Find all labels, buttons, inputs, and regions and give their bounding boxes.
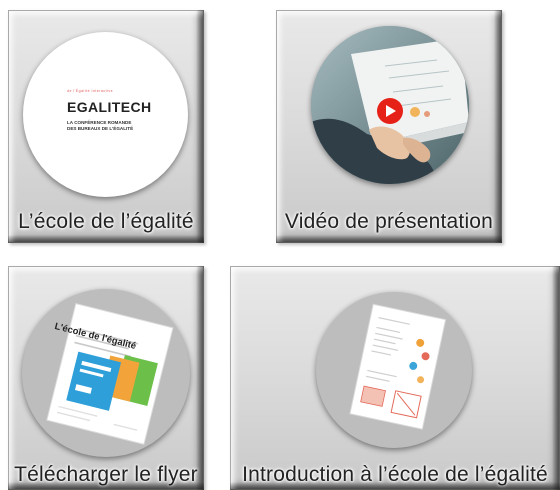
card-ecole-egalite[interactable]: de l'Égalité Interactive EGALITECH LA CO…	[8, 10, 204, 243]
egalitech-thumbnail: de l'Égalité Interactive EGALITECH LA CO…	[23, 32, 188, 197]
egalitech-logo-title: EGALITECH	[67, 99, 152, 115]
flyer-thumbnail: L'école de l'égalité	[22, 289, 190, 457]
play-icon[interactable]	[373, 96, 407, 126]
egalitech-subtitle: LA CONFÉRENCE ROMANDE DES BUREAUX DE L'É…	[67, 120, 134, 131]
flyer-image	[46, 303, 174, 445]
card-caption: L’école de l’égalité	[18, 210, 194, 233]
introduction-thumbnail	[316, 292, 472, 448]
card-caption: Vidéo de présentation	[284, 210, 494, 233]
egalitech-tagline: de l'Égalité Interactive	[67, 89, 114, 93]
card-introduction-ecole[interactable]: Introduction à l’école de l’égalité	[230, 266, 560, 490]
card-telecharger-flyer[interactable]: L'école de l'égalité Télécharger le flye…	[8, 266, 204, 490]
introduction-document-image	[349, 303, 447, 430]
card-video-presentation[interactable]: Vidéo de présentation	[276, 10, 502, 243]
video-thumbnail	[311, 26, 469, 184]
